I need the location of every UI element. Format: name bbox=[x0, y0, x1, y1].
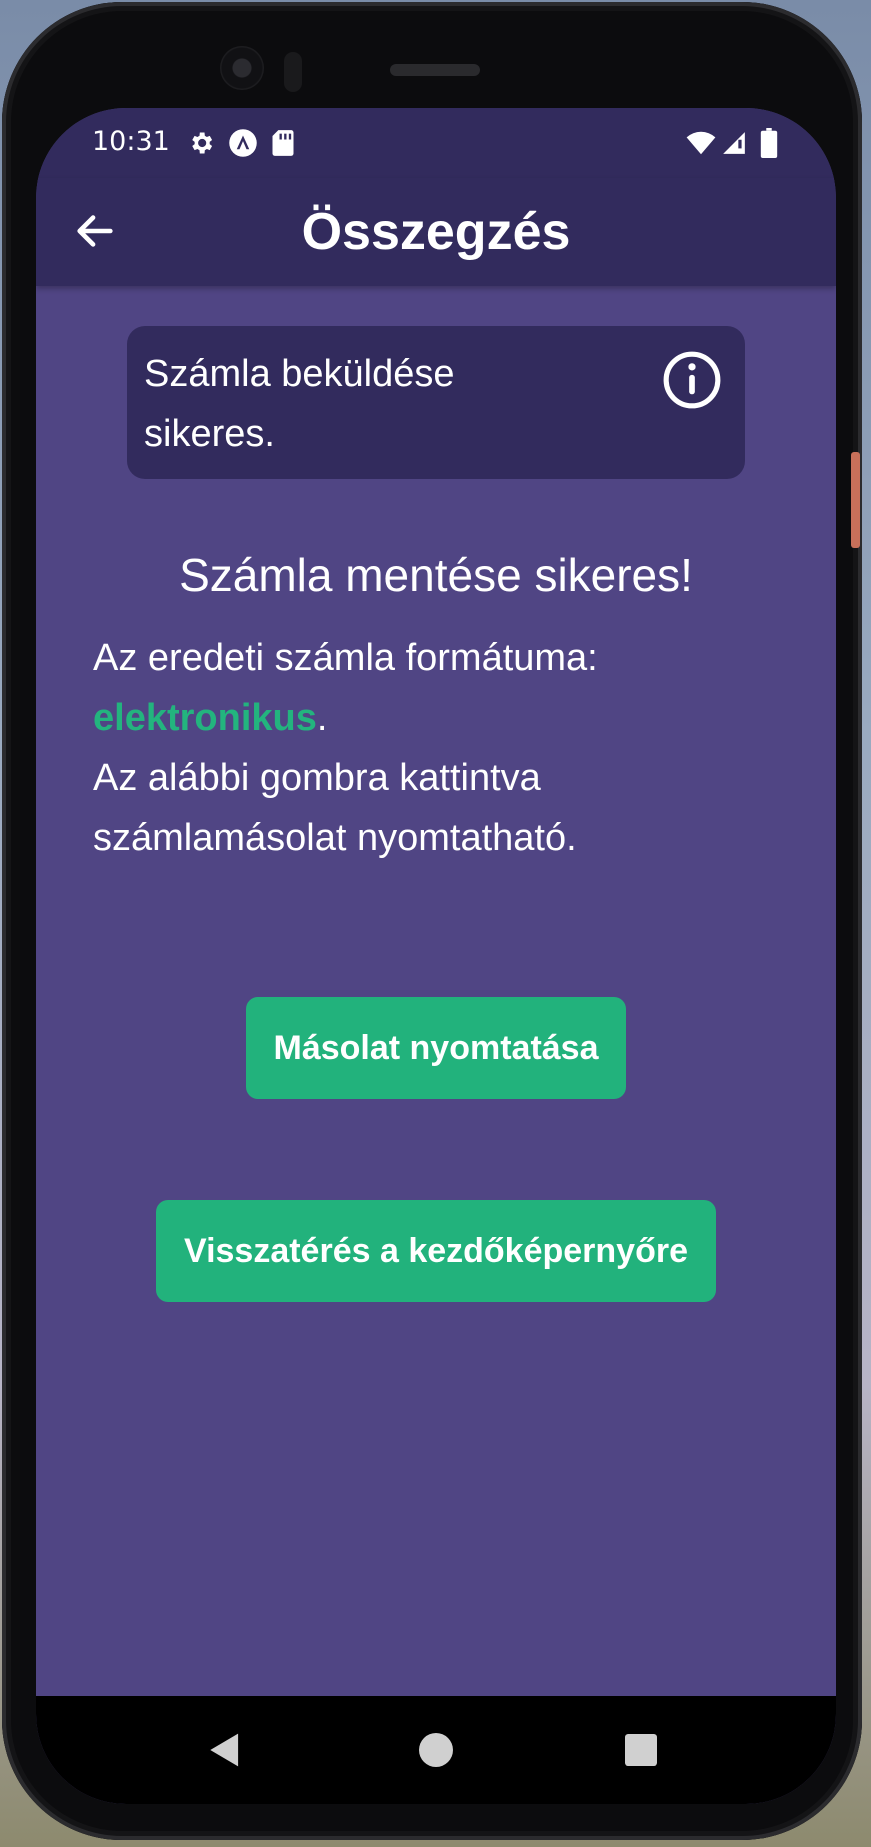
info-paragraph: Az eredeti számla formátuma: elektroniku… bbox=[93, 628, 793, 868]
notice-box: Számla beküldése sikeres. bbox=[127, 326, 745, 479]
status-time: 10:31 bbox=[92, 126, 170, 157]
home-circle-icon[interactable] bbox=[419, 1733, 453, 1772]
format-label: Az eredeti számla formátuma: bbox=[93, 637, 598, 679]
phone-frame: 10:31 Összegzés Számla beküldése sikeres… bbox=[2, 2, 862, 1840]
proximity-sensor bbox=[284, 52, 302, 92]
print-copy-button[interactable]: Másolat nyomtatása bbox=[246, 997, 626, 1099]
instruction-text: Az alábbi gombra kattintva számlamásolat… bbox=[93, 757, 577, 859]
format-suffix: . bbox=[316, 697, 328, 739]
earpiece-speaker bbox=[390, 64, 480, 76]
screen: 10:31 Összegzés Számla beküldése sikeres… bbox=[36, 108, 836, 1804]
back-triangle-icon[interactable] bbox=[208, 1732, 242, 1773]
system-nav-bar bbox=[36, 1696, 836, 1804]
sd-card-icon bbox=[268, 128, 298, 158]
print-copy-label: Másolat nyomtatása bbox=[273, 1028, 599, 1067]
wifi-icon bbox=[686, 128, 716, 158]
page-title: Összegzés bbox=[301, 203, 571, 261]
back-home-label: Visszatérés a kezdőképernyőre bbox=[184, 1231, 688, 1270]
power-button bbox=[851, 452, 860, 548]
front-camera bbox=[220, 46, 264, 90]
notice-text: Számla beküldése sikeres. bbox=[144, 353, 455, 455]
recents-square-icon[interactable] bbox=[625, 1734, 657, 1771]
signal-icon bbox=[719, 128, 749, 158]
info-icon[interactable] bbox=[661, 349, 723, 411]
app-icon bbox=[228, 128, 258, 158]
battery-icon bbox=[754, 128, 784, 158]
success-heading: Számla mentése sikeres! bbox=[179, 549, 693, 601]
app-bar: Összegzés bbox=[36, 178, 836, 286]
gear-icon bbox=[186, 128, 216, 158]
back-home-button[interactable]: Visszatérés a kezdőképernyőre bbox=[156, 1200, 716, 1302]
status-bar: 10:31 bbox=[36, 108, 836, 178]
format-value: elektronikus bbox=[93, 697, 317, 739]
